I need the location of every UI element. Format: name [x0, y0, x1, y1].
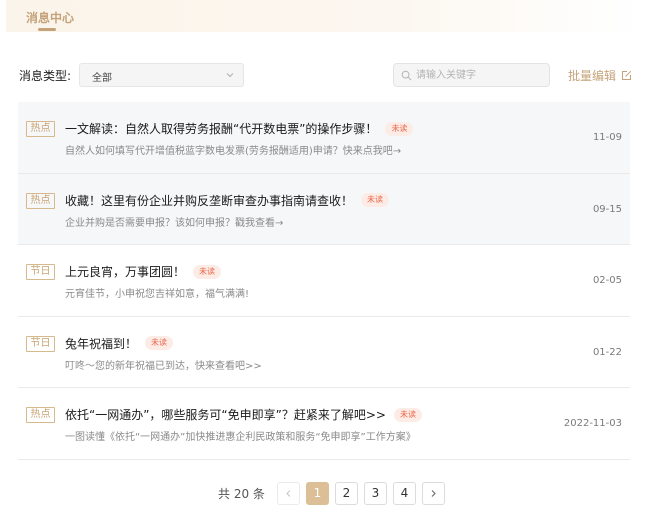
message-title: 兔年祝福到！ [65, 336, 138, 351]
page-button-4[interactable]: 4 [392, 481, 416, 505]
message-title: 上元良宵，万事团圆！ [65, 265, 186, 279]
message-item[interactable]: 热点 一文解读：自然人取得劳务报酬“代开数电票”的操作步骤！ 未读 自然人如何填… [18, 102, 630, 174]
unread-badge: 未读 [145, 336, 174, 350]
message-item[interactable]: 热点 收藏！这里有份企业并购反垄断审查办事指南请查收！ 未读 企业并购是否需要申… [18, 173, 630, 245]
page-button-2[interactable]: 2 [334, 481, 358, 505]
prev-page-button[interactable] [276, 481, 300, 505]
tab-active-underline [38, 28, 56, 31]
message-date: 11-09 [592, 132, 622, 143]
message-list: 热点 一文解读：自然人取得劳务报酬“代开数电票”的操作步骤！ 未读 自然人如何填… [18, 102, 630, 460]
message-summary: 企业并购是否需要申报？该如何申报？戳我查看→ [65, 217, 284, 229]
message-category-tag: 节日 [26, 335, 55, 352]
total-count: 共 20 条 [218, 486, 265, 501]
message-title: 一文解读：自然人取得劳务报酬“代开数电票”的操作步骤！ [65, 122, 378, 136]
chevron-down-icon [226, 73, 234, 78]
batch-edit-button[interactable]: 批量编辑 [568, 67, 632, 84]
message-summary: 元宵佳节，小申祝您吉祥如意，福气满满! [65, 289, 250, 300]
message-date: 01-22 [592, 346, 622, 358]
message-date: 2022-11-03 [563, 418, 622, 429]
tab-message-center[interactable]: 消息中心 [26, 9, 74, 26]
unread-badge: 未读 [193, 264, 222, 279]
next-page-button[interactable] [421, 481, 445, 505]
message-category-tag: 热点 [26, 407, 55, 423]
message-date: 02-05 [592, 275, 622, 286]
edit-icon [622, 70, 632, 80]
message-category-tag: 热点 [26, 192, 55, 209]
message-type-select[interactable]: 全部 [79, 63, 244, 87]
message-summary: 一图读懂《依托“一网通办”加快推进惠企利民政策和服务“免申即享”工作方案》 [65, 432, 416, 443]
search-icon [401, 70, 412, 81]
message-item[interactable]: 热点 依托“一网通办”，哪些服务可“免申即享”？赶紧来了解吧>> 未读 一图读懂… [18, 388, 630, 460]
header-bar [6, 0, 644, 32]
search-box[interactable] [393, 63, 550, 87]
message-title: 收藏！这里有份企业并购反垄断审查办事指南请查收！ [65, 193, 354, 208]
unread-badge: 未读 [385, 121, 414, 136]
message-summary: 叮咚～您的新年祝福已到达，快来查看吧>> [65, 360, 262, 372]
message-date: 09-15 [592, 203, 622, 215]
message-item[interactable]: 节日 兔年祝福到！ 未读 叮咚～您的新年祝福已到达，快来查看吧>> 01-22 [18, 317, 630, 388]
message-type-selected-value: 全部 [92, 73, 112, 84]
search-input[interactable] [416, 66, 544, 84]
message-type-label: 消息类型: [19, 69, 72, 83]
unread-badge: 未读 [393, 407, 422, 422]
message-category-tag: 节日 [26, 264, 55, 280]
message-title: 依托“一网通办”，哪些服务可“免申即享”？赶紧来了解吧>> [65, 408, 386, 422]
message-category-tag: 热点 [26, 121, 55, 137]
page-button-1[interactable]: 1 [305, 481, 329, 505]
message-item[interactable]: 节日 上元良宵，万事团圆！ 未读 元宵佳节，小申祝您吉祥如意，福气满满! 02-… [18, 245, 630, 317]
chevron-right-icon [431, 489, 436, 497]
page-button-3[interactable]: 3 [363, 481, 387, 505]
chevron-left-icon [286, 489, 291, 497]
message-summary: 自然人如何填写代开增值税蓝字数电发票(劳务报酬适用)申请？快来点我吧→ [65, 146, 402, 157]
pagination: 共 20 条 1 2 3 4 [218, 481, 445, 505]
batch-edit-label: 批量编辑 [568, 69, 617, 83]
unread-badge: 未读 [361, 193, 390, 207]
